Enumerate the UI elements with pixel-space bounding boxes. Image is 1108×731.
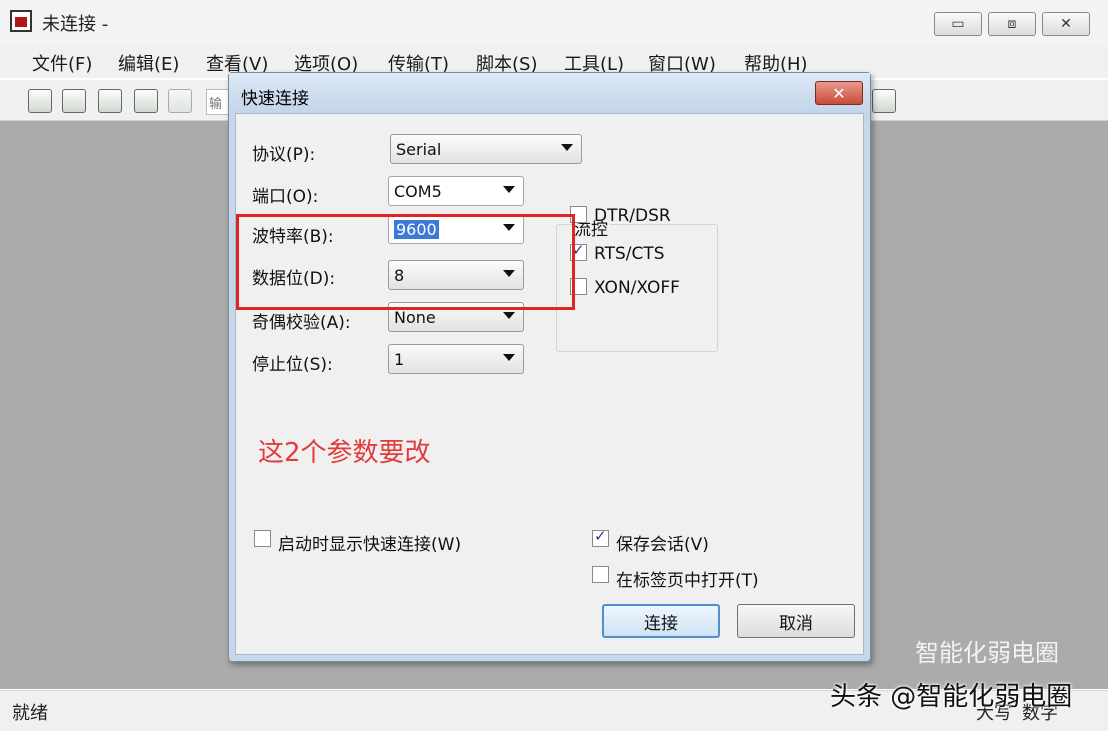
port-select[interactable]: COM5 <box>388 176 524 206</box>
cancel-button[interactable]: 取消 <box>737 604 855 638</box>
save-session-checkbox[interactable] <box>592 527 609 547</box>
dtr-dsr-label: DTR/DSR <box>594 206 671 226</box>
dialog-body: 协议(P): Serial 端口(O): COM5 波特率(B): 9600 数… <box>235 113 864 655</box>
protocol-label: 协议(P): <box>252 145 316 165</box>
stopbits-label: 停止位(S): <box>252 355 333 375</box>
close-window-button[interactable]: ✕ <box>1042 12 1090 36</box>
save-session-label: 保存会话(V) <box>616 535 709 555</box>
connect-in-tab-icon[interactable] <box>98 89 122 113</box>
stopbits-select[interactable]: 1 <box>388 344 524 374</box>
protocol-select[interactable]: Serial <box>390 134 582 164</box>
watermark-text: 头条 @智能化弱电圈 <box>830 682 1073 712</box>
dialog-titlebar: 快速连接 ✕ <box>229 73 870 113</box>
show-on-startup-label: 启动时显示快速连接(W) <box>278 535 462 555</box>
menu-file[interactable]: 文件(F) <box>32 50 92 76</box>
window-titlebar: 未连接 - ▭ ⧈ ✕ <box>0 0 1108 44</box>
chevron-down-icon <box>503 312 515 319</box>
quick-connect-icon[interactable] <box>62 89 86 113</box>
connect-button[interactable]: 连接 <box>602 604 720 638</box>
toolbar-end-icon[interactable] <box>872 89 896 113</box>
watermark-logo-text: 智能化弱电圈 <box>915 639 1059 667</box>
dialog-title: 快速连接 <box>241 89 309 109</box>
maximize-button[interactable]: ⧈ <box>988 12 1036 36</box>
status-text: 就绪 <box>12 703 48 724</box>
chevron-down-icon <box>561 144 573 151</box>
rts-cts-label: RTS/CTS <box>594 244 665 264</box>
dialog-close-button[interactable]: ✕ <box>815 81 863 105</box>
annotation-text: 这2个参数要改 <box>258 438 431 468</box>
port-label: 端口(O): <box>252 187 319 207</box>
app-icon <box>10 10 32 32</box>
window-title: 未连接 - <box>42 14 109 35</box>
open-in-tab-checkbox[interactable] <box>592 566 609 583</box>
disconnect-icon[interactable] <box>168 89 192 113</box>
quick-connect-dialog: 快速连接 ✕ 协议(P): Serial 端口(O): COM5 波特率(B):… <box>228 72 871 662</box>
minimize-button[interactable]: ▭ <box>934 12 982 36</box>
parity-label: 奇偶校验(A): <box>252 313 351 333</box>
show-on-startup-checkbox[interactable] <box>254 530 271 547</box>
reconnect-icon[interactable] <box>134 89 158 113</box>
highlight-box <box>236 214 575 310</box>
xon-xoff-label: XON/XOFF <box>594 278 680 298</box>
open-in-tab-label: 在标签页中打开(T) <box>616 571 759 591</box>
chevron-down-icon <box>503 354 515 361</box>
connect-icon[interactable] <box>28 89 52 113</box>
chevron-down-icon <box>503 186 515 193</box>
menu-edit[interactable]: 编辑(E) <box>118 50 179 76</box>
